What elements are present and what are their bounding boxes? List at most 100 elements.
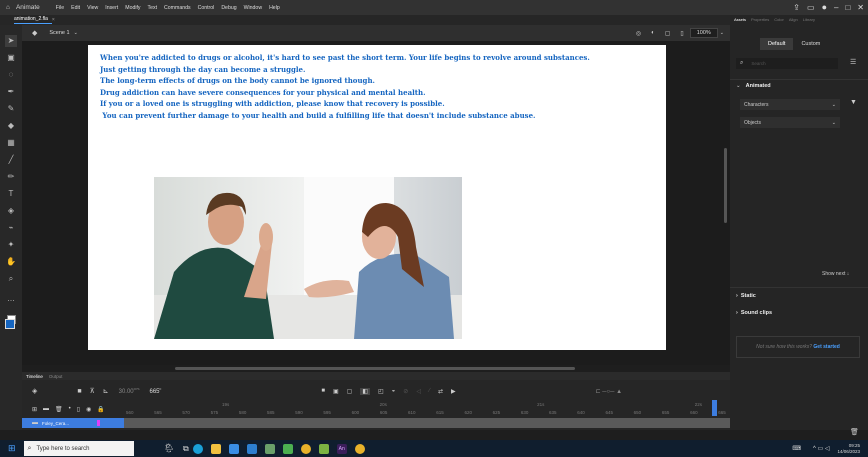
chrome-icon[interactable] bbox=[300, 443, 311, 454]
insert-frame-icon[interactable]: ▢ bbox=[347, 388, 353, 395]
add-folder-icon[interactable]: ▬ bbox=[43, 406, 49, 412]
layer-frames[interactable] bbox=[124, 418, 730, 428]
pin-icon[interactable]: ✦ bbox=[5, 239, 17, 251]
play-button-icon[interactable]: ▶ bbox=[451, 388, 456, 395]
section-static[interactable]: › Static bbox=[736, 293, 756, 299]
edit-symbol-icon[interactable]: ◐ bbox=[651, 30, 655, 36]
app-green-icon[interactable] bbox=[282, 443, 293, 454]
app-gallery-icon[interactable] bbox=[318, 443, 329, 454]
tween-icon[interactable]: ◒ bbox=[392, 388, 396, 394]
menu-modify[interactable]: Modify bbox=[125, 5, 140, 11]
tab-properties[interactable]: Properties bbox=[751, 17, 769, 22]
zoom-field[interactable]: 100% bbox=[689, 28, 718, 38]
scene-name[interactable]: Scene 1 bbox=[49, 30, 69, 36]
close-icon[interactable]: ✕ bbox=[857, 3, 864, 12]
custom-button[interactable]: Custom bbox=[793, 38, 828, 50]
graph-icon[interactable]: ⊾ bbox=[103, 387, 109, 395]
pen-icon[interactable]: ✒ bbox=[5, 86, 17, 98]
parenting-icon[interactable]: ⊼ bbox=[90, 387, 95, 395]
couple-arguing-image[interactable] bbox=[154, 177, 462, 339]
menu-insert[interactable]: Insert bbox=[105, 5, 118, 11]
zoom-dropdown-icon[interactable]: ⌄ bbox=[720, 30, 724, 36]
task-view-icon[interactable]: ⧉ bbox=[183, 444, 189, 454]
menu-text[interactable]: Text bbox=[148, 5, 158, 11]
blank-keyframe-icon[interactable]: ▣ bbox=[333, 388, 339, 395]
objects-dropdown[interactable]: Objects ⌄ bbox=[740, 117, 840, 128]
tab-assets[interactable]: Assets bbox=[734, 17, 746, 22]
camera-layer-icon[interactable]: ■ bbox=[77, 388, 81, 395]
system-tray-icons[interactable]: ^ ▭ ◁ bbox=[813, 445, 829, 452]
loop-icon[interactable]: ⊘ bbox=[403, 388, 408, 395]
doc-tab[interactable]: animation_2.fla bbox=[14, 16, 52, 24]
menu-commands[interactable]: Commands bbox=[164, 5, 191, 11]
minimize-icon[interactable]: – bbox=[834, 3, 838, 12]
share-icon[interactable]: ⇪ bbox=[793, 3, 800, 12]
keyframe-icon[interactable]: ■ bbox=[321, 388, 325, 394]
windows-start-icon[interactable]: ⊞ bbox=[8, 443, 16, 454]
text-tool-icon[interactable]: T bbox=[5, 188, 17, 200]
list-view-icon[interactable]: ☰ bbox=[850, 58, 856, 66]
tab-library[interactable]: Library bbox=[803, 17, 815, 22]
chevron-down-icon[interactable]: ⌄ bbox=[736, 83, 741, 89]
chrome-2-icon[interactable] bbox=[354, 443, 365, 454]
delete-layer-icon[interactable]: 🗑 bbox=[55, 406, 63, 413]
fill-color-swatch[interactable] bbox=[5, 319, 15, 329]
outline-icon[interactable]: ▯ bbox=[77, 406, 80, 413]
camera-icon[interactable]: ◎ bbox=[636, 30, 641, 37]
transform-icon[interactable]: ∕ bbox=[429, 388, 430, 394]
add-layer-icon[interactable]: ⊞ bbox=[32, 406, 37, 413]
step-back-icon[interactable]: ◁ bbox=[416, 388, 421, 395]
menu-help[interactable]: Help bbox=[269, 5, 280, 11]
selection-tool-icon[interactable]: ➤ bbox=[5, 35, 17, 47]
maximize-icon[interactable]: □ bbox=[845, 3, 850, 12]
trash-icon[interactable]: 🗑 bbox=[850, 428, 859, 436]
pencil-icon[interactable]: ✏ bbox=[5, 171, 17, 183]
clock[interactable]: 09:25 14/06/2023 bbox=[837, 443, 860, 455]
vertical-scrollbar[interactable] bbox=[724, 148, 727, 223]
play-icon[interactable]: ● bbox=[822, 2, 827, 12]
menu-window[interactable]: Window bbox=[244, 5, 262, 11]
tab-output[interactable]: Output bbox=[49, 374, 63, 379]
layer-row[interactable]: ▬ Foley_Cera... bbox=[22, 418, 124, 428]
tab-color[interactable]: Color bbox=[774, 17, 784, 22]
screen-icon[interactable]: ▭ bbox=[807, 3, 815, 12]
ink-bottle-icon[interactable]: ◈ bbox=[5, 205, 17, 217]
mail-icon[interactable] bbox=[246, 443, 257, 454]
fps-display[interactable]: 30.00FPS bbox=[119, 387, 140, 395]
fit-icon[interactable]: ▯ bbox=[680, 30, 683, 37]
brush-icon[interactable]: ✎ bbox=[5, 103, 17, 115]
menu-debug[interactable]: Debug bbox=[221, 5, 236, 11]
clip-icon[interactable]: ▢ bbox=[665, 30, 671, 37]
onion-skin-icon[interactable]: ◧ bbox=[360, 387, 370, 395]
show-next-button[interactable]: Show next ↓ bbox=[822, 271, 849, 277]
close-tab-icon[interactable]: × bbox=[52, 17, 55, 23]
get-started-link[interactable]: Get started bbox=[813, 344, 839, 350]
rewind-icon[interactable]: ⇄ bbox=[438, 388, 443, 395]
highlight-icon[interactable]: • bbox=[69, 406, 71, 412]
frame-display[interactable]: 665F bbox=[149, 387, 161, 395]
playhead[interactable] bbox=[712, 400, 717, 416]
layer-color-swatch[interactable] bbox=[97, 420, 101, 426]
menu-view[interactable]: View bbox=[87, 5, 98, 11]
weather-icon[interactable]: 🌦 bbox=[164, 443, 175, 454]
menu-edit[interactable]: Edit bbox=[71, 5, 80, 11]
animate-icon[interactable]: An bbox=[336, 443, 347, 454]
store-icon[interactable] bbox=[228, 443, 239, 454]
rectangle-icon[interactable]: ▦ bbox=[5, 137, 17, 149]
menu-file[interactable]: File bbox=[56, 5, 64, 11]
photos-icon[interactable] bbox=[264, 443, 275, 454]
hand-icon[interactable]: ✋ bbox=[5, 256, 17, 268]
timeline-zoom-slider[interactable]: ⊏ ─○─ ▲ bbox=[596, 388, 622, 395]
eyedropper-icon[interactable]: ⌁ bbox=[5, 222, 17, 234]
scene-dropdown-icon[interactable]: ⌄ bbox=[74, 30, 78, 36]
home-icon[interactable]: ⌂ bbox=[6, 4, 10, 11]
filter-icon[interactable]: ▼ bbox=[850, 99, 857, 106]
horizontal-scrollbar[interactable] bbox=[175, 367, 575, 370]
assets-search-input[interactable]: ⌕ Search bbox=[736, 58, 838, 69]
visibility-icon[interactable]: ◉ bbox=[86, 406, 91, 413]
stage-text-block[interactable]: When you're addicted to drugs or alcohol… bbox=[100, 52, 666, 121]
section-sound-clips[interactable]: › Sound clips bbox=[736, 310, 772, 316]
edit-multiple-icon[interactable]: ◰ bbox=[378, 388, 384, 395]
lasso-icon[interactable]: ◌ bbox=[5, 69, 17, 81]
tab-align[interactable]: Align bbox=[789, 17, 798, 22]
